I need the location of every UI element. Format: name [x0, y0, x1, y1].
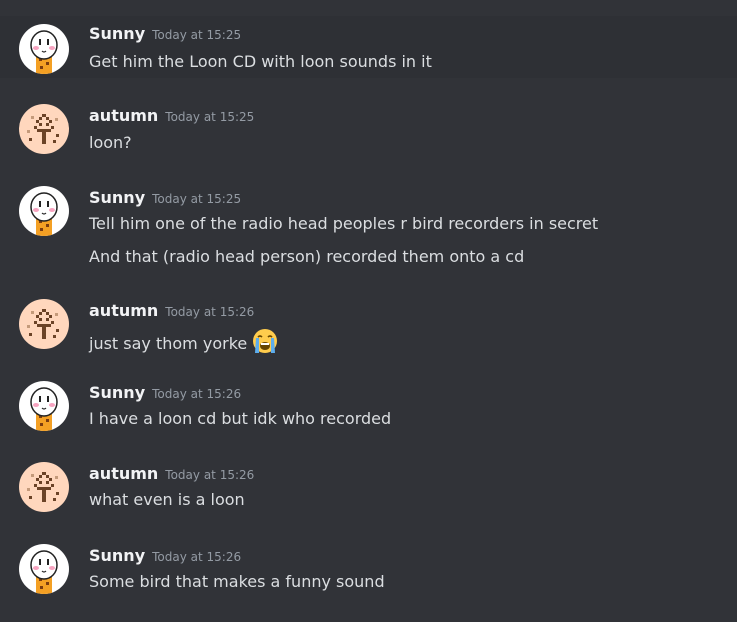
- tree-icon: [19, 462, 69, 512]
- message-group[interactable]: Sunny Today at 15:26 Some bird that makes…: [0, 538, 737, 598]
- username[interactable]: autumn: [89, 464, 158, 483]
- message-header: autumn Today at 15:26: [89, 463, 254, 486]
- message-group[interactable]: autumn Today at 15:26 just say thom yorke: [0, 293, 737, 353]
- message-text: And that (radio head person) recorded th…: [89, 247, 525, 266]
- sunny-face-icon: [19, 186, 69, 236]
- message-text: what even is a loon: [89, 490, 245, 509]
- message-text-row: just say thom yorke: [89, 327, 280, 361]
- message-text: loon?: [89, 133, 132, 152]
- message-group[interactable]: Sunny Today at 15:25 Get him the Loon CD …: [0, 16, 737, 78]
- tree-icon: [19, 299, 69, 349]
- username[interactable]: Sunny: [89, 383, 145, 402]
- username[interactable]: autumn: [89, 301, 158, 320]
- message-header: autumn Today at 15:25: [89, 105, 254, 128]
- timestamp[interactable]: Today at 15:26: [165, 305, 254, 319]
- timestamp[interactable]: Today at 15:25: [152, 192, 241, 206]
- message-text: just say thom yorke: [89, 334, 248, 353]
- timestamp[interactable]: Today at 15:25: [165, 110, 254, 124]
- timestamp[interactable]: Today at 15:26: [152, 550, 241, 564]
- message-header: autumn Today at 15:26: [89, 300, 254, 323]
- sunny-face-icon: [19, 24, 69, 74]
- message-header: Sunny Today at 15:25: [89, 187, 241, 210]
- message-group[interactable]: autumn Today at 15:25 loon?: [0, 98, 737, 158]
- autumn-avatar[interactable]: [19, 104, 69, 154]
- sunny-avatar[interactable]: [19, 544, 69, 594]
- sunny-face-icon: [19, 544, 69, 594]
- message-group[interactable]: Sunny Today at 15:26 I have a loon cd but…: [0, 375, 737, 435]
- tree-icon: [19, 104, 69, 154]
- autumn-avatar[interactable]: [19, 299, 69, 349]
- sunny-avatar[interactable]: [19, 24, 69, 74]
- sunny-avatar[interactable]: [19, 186, 69, 236]
- message-header: Sunny Today at 15:26: [89, 382, 241, 405]
- message-text: I have a loon cd but idk who recorded: [89, 409, 392, 428]
- timestamp[interactable]: Today at 15:26: [165, 468, 254, 482]
- sunny-face-icon: [19, 381, 69, 431]
- timestamp[interactable]: Today at 15:25: [152, 28, 241, 42]
- message-header: Sunny Today at 15:26: [89, 545, 241, 568]
- autumn-avatar[interactable]: [19, 462, 69, 512]
- sunny-avatar[interactable]: [19, 381, 69, 431]
- message-group[interactable]: autumn Today at 15:26 what even is a loon: [0, 456, 737, 516]
- loudly-crying-face-icon[interactable]: [250, 327, 280, 361]
- message-text: Tell him one of the radio head peoples r…: [89, 214, 599, 233]
- username[interactable]: Sunny: [89, 24, 145, 43]
- timestamp[interactable]: Today at 15:26: [152, 387, 241, 401]
- chat-messages: Sunny Today at 15:25 Get him the Loon CD …: [0, 0, 737, 622]
- message-text: Some bird that makes a funny sound: [89, 572, 385, 591]
- message-text: Get him the Loon CD with loon sounds in …: [89, 52, 432, 71]
- message-group[interactable]: Sunny Today at 15:25 Tell him one of the …: [0, 180, 737, 272]
- username[interactable]: autumn: [89, 106, 158, 125]
- username[interactable]: Sunny: [89, 188, 145, 207]
- username[interactable]: Sunny: [89, 546, 145, 565]
- message-header: Sunny Today at 15:25: [89, 23, 241, 46]
